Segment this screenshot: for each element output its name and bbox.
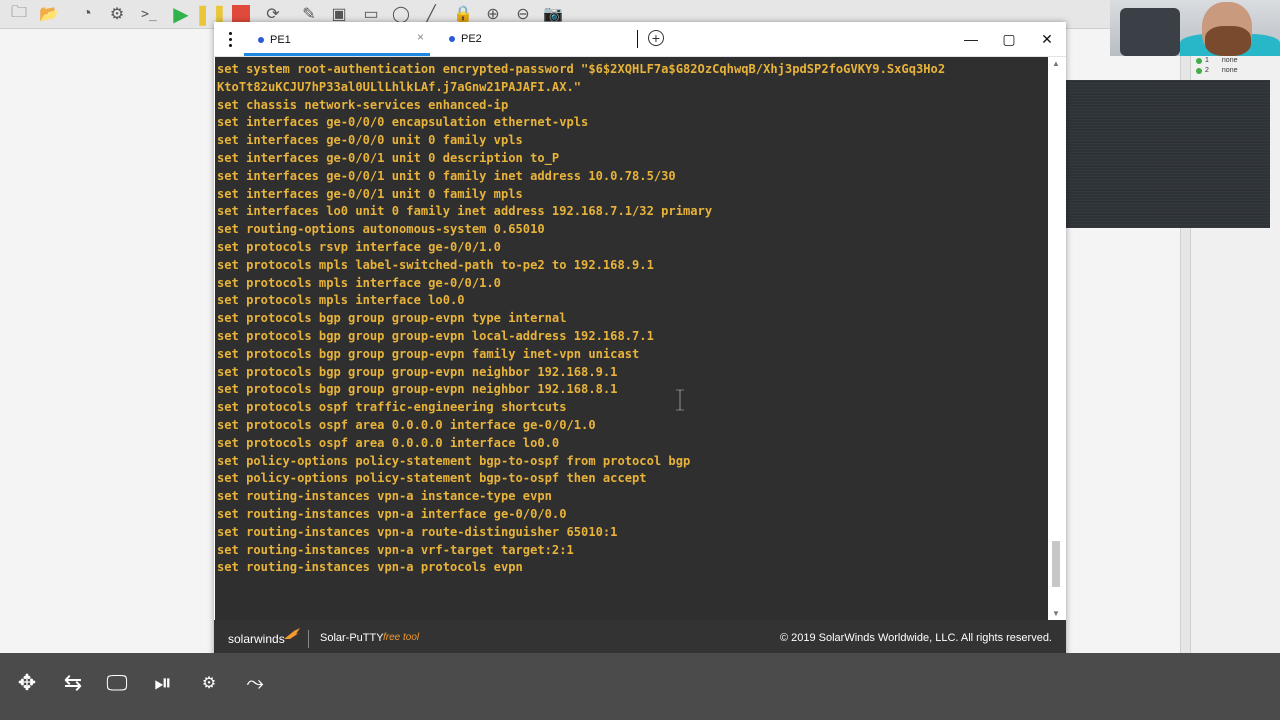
terminal-line: set protocols ospf area 0.0.0.0 interfac… bbox=[217, 435, 560, 450]
timer-icon[interactable]: ◔ bbox=[76, 3, 98, 25]
console-icon[interactable]: >_ bbox=[138, 3, 160, 25]
terminal-line: set routing-options autonomous-system 0.… bbox=[217, 222, 545, 237]
scroll-up-icon[interactable]: ▲ bbox=[1052, 59, 1060, 68]
beard-shape bbox=[1205, 26, 1251, 56]
status-dot-icon bbox=[1196, 57, 1202, 64]
terminal-line: set protocols ospf area 0.0.0.0 interfac… bbox=[217, 418, 596, 432]
legend-row: 2 none bbox=[1196, 67, 1237, 74]
tab-pe2[interactable]: PE2 bbox=[435, 26, 625, 52]
terminal-line: set protocols rsvp interface ge-0/0/1.0 bbox=[217, 240, 501, 254]
tab-separator bbox=[637, 30, 638, 48]
terminal-line: set routing-instances vpn-a instance-typ… bbox=[217, 489, 552, 504]
text-cursor-icon bbox=[676, 389, 684, 411]
start-all-icon[interactable]: ▶ bbox=[170, 3, 192, 26]
legend-num: 1 bbox=[1205, 57, 1209, 64]
chair-shape bbox=[1120, 8, 1180, 56]
menu-kebab-icon[interactable] bbox=[224, 29, 236, 49]
terminal-line: set policy-options policy-statement bgp-… bbox=[217, 453, 691, 468]
legend-label: none bbox=[1221, 57, 1238, 64]
legend-row: 1 none bbox=[1196, 57, 1237, 64]
terminal-line: set interfaces ge-0/0/1 unit 0 descripti… bbox=[217, 151, 560, 165]
settings-icon[interactable]: ⚙ bbox=[106, 3, 128, 25]
terminal-line: set protocols mpls interface lo0.0 bbox=[217, 293, 465, 308]
free-tool-label: free tool bbox=[383, 632, 420, 643]
tab-label: PE2 bbox=[461, 33, 482, 45]
terminal-line: set protocols bgp group group-evpn famil… bbox=[217, 346, 640, 361]
terminal-line: set protocols bgp group group-evpn type … bbox=[217, 311, 567, 326]
terminal-line: set system root-authentication encrypted… bbox=[217, 62, 946, 76]
terminal-line: set protocols mpls interface ge-0/0/1.0 bbox=[217, 275, 501, 290]
terminal-line: set interfaces lo0 unit 0 family inet ad… bbox=[217, 204, 713, 219]
terminal-line: set chassis network-services enhanced-ip bbox=[217, 97, 509, 112]
legend-label: none bbox=[1221, 67, 1238, 74]
webcam-overlay bbox=[1110, 0, 1280, 56]
terminal-line: set protocols bgp group group-evpn neigh… bbox=[217, 382, 618, 397]
open-folder-icon[interactable]: 📂 bbox=[38, 3, 60, 25]
terminal-line: set interfaces ge-0/0/1 unit 0 family mp… bbox=[217, 186, 523, 201]
solarwinds-logo: solarwinds bbox=[228, 632, 285, 646]
terminal-scrollbar[interactable]: ▲ ▼ bbox=[1048, 57, 1065, 620]
new-project-icon[interactable]: 🗀 bbox=[8, 3, 30, 25]
terminal-line: set interfaces ge-0/0/1 unit 0 family in… bbox=[217, 168, 676, 183]
terminal-line: set protocols bgp group group-evpn local… bbox=[217, 329, 654, 343]
switch-icon[interactable]: ⇆ bbox=[56, 667, 90, 699]
terminal-output[interactable]: set system root-authentication encrypted… bbox=[215, 57, 1048, 620]
footer-separator bbox=[308, 630, 309, 648]
putty-titlebar: PE1 × PE2 + — ▢ ✕ bbox=[214, 22, 1066, 57]
tab-label: PE1 bbox=[270, 33, 291, 46]
terminal-line: set protocols mpls label-switched-path t… bbox=[217, 257, 654, 272]
end-device-icon[interactable]: 🖵 bbox=[100, 667, 134, 699]
terminal-line: set routing-instances vpn-a interface ge… bbox=[217, 507, 567, 521]
router-icon[interactable]: ✥ bbox=[10, 667, 44, 699]
terminal-line: KtoTt82uKCJU7hP33al0ULlLhlkLAf.j7aGnw21P… bbox=[217, 79, 582, 94]
console-preview-panel bbox=[1030, 80, 1270, 228]
maximize-button[interactable]: ▢ bbox=[998, 29, 1020, 49]
terminal-line: set routing-instances vpn-a vrf-target t… bbox=[217, 542, 574, 557]
minimize-button[interactable]: — bbox=[960, 29, 982, 49]
scroll-down-icon[interactable]: ▼ bbox=[1052, 609, 1060, 618]
all-devices-icon[interactable]: ⚙ bbox=[192, 667, 226, 699]
terminal-line: set protocols ospf traffic-engineering s… bbox=[217, 400, 567, 415]
terminal-line: set interfaces ge-0/0/0 unit 0 family vp… bbox=[217, 133, 523, 148]
copyright-text: © 2019 SolarWinds Worldwide, LLC. All ri… bbox=[779, 632, 1052, 644]
add-tab-icon[interactable]: + bbox=[648, 30, 664, 46]
status-dot-icon bbox=[1196, 67, 1202, 74]
terminal-line: set routing-instances vpn-a route-distin… bbox=[217, 524, 618, 539]
terminal-line: set routing-instances vpn-a protocols ev… bbox=[217, 560, 523, 575]
solarwinds-flame-icon bbox=[284, 628, 300, 639]
solar-putty-window: PE1 × PE2 + — ▢ ✕ set system root-authen… bbox=[214, 22, 1066, 658]
session-dot-icon bbox=[449, 36, 455, 42]
close-button[interactable]: ✕ bbox=[1036, 29, 1058, 49]
legend-num: 2 bbox=[1205, 67, 1209, 74]
tab-pe1[interactable]: PE1 × bbox=[244, 26, 430, 56]
close-tab-icon[interactable]: × bbox=[417, 30, 424, 44]
session-dot-icon bbox=[258, 36, 264, 43]
terminal-line: set protocols bgp group group-evpn neigh… bbox=[217, 364, 618, 379]
terminal-line: set policy-options policy-statement bgp-… bbox=[217, 471, 647, 486]
terminal-line: set interfaces ge-0/0/0 encapsulation et… bbox=[217, 115, 589, 130]
security-device-icon[interactable]: ⏯ bbox=[146, 667, 180, 699]
product-name: Solar-PuTTY bbox=[320, 632, 384, 644]
scroll-thumb[interactable] bbox=[1052, 541, 1060, 587]
link-icon[interactable]: ⤳ bbox=[238, 667, 272, 699]
